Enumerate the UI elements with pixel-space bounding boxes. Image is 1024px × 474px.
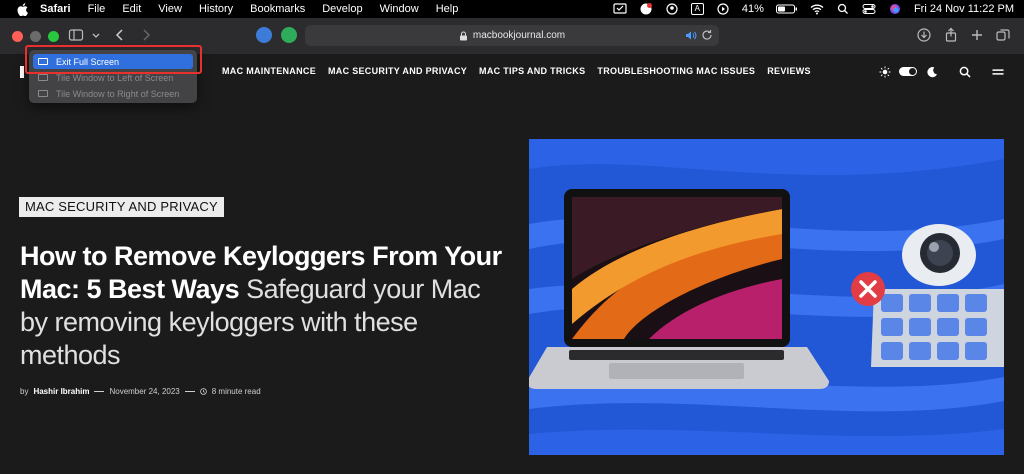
menu-window[interactable]: Window [380,3,419,15]
search-icon[interactable] [836,3,850,15]
address-bar[interactable]: macbookjournal.com [305,25,719,46]
battery-icon[interactable] [775,3,798,15]
window-controls [12,31,59,42]
nav-item-troubleshooting[interactable]: TROUBLESHOOTING MAC ISSUES [597,66,755,76]
url-text: macbookjournal.com [472,30,566,41]
article-headline[interactable]: How to Remove Keyloggers From Your Mac: … [20,240,510,372]
forward-icon[interactable] [138,27,154,43]
window-icon [38,90,48,97]
menu-item-label: Tile Window to Left of Screen [56,72,174,83]
downloads-icon[interactable] [916,27,932,43]
control-center-icon[interactable] [862,3,876,15]
screen-mirror-icon[interactable] [612,3,627,15]
byline-prefix: by [20,387,29,396]
input-source-indicator[interactable]: A [690,3,704,15]
site-logo[interactable] [20,66,24,78]
highlight-annotation [25,45,202,74]
extension-mb-icon[interactable] [256,27,272,43]
nav-item-reviews[interactable]: REVIEWS [767,66,811,76]
hamburger-menu-icon[interactable] [991,65,1004,78]
menu-help[interactable]: Help [436,3,459,15]
minimize-window-button[interactable] [30,31,41,42]
grammarly-extension-icon[interactable] [281,27,297,43]
menu-history[interactable]: History [199,3,233,15]
author-link[interactable]: Hashir Ibrahim [33,387,89,396]
siri-icon[interactable] [888,3,902,15]
play-circle-icon[interactable] [716,3,730,15]
theme-toggle[interactable] [899,67,917,76]
fullscreen-window-button[interactable] [48,31,59,42]
battery-percentage: 41% [741,3,764,15]
wifi-icon[interactable] [810,3,824,15]
category-badge[interactable]: MAC SECURITY AND PRIVACY [19,197,224,217]
clock-datetime[interactable]: Fri 24 Nov 11:22 PM [914,3,1014,15]
menu-view[interactable]: View [158,3,182,15]
article-byline: by Hashir Ibrahim November 24, 2023 8 mi… [20,387,261,396]
lock-icon [459,31,467,40]
webpage: MAC MAINTENANCE MAC SECURITY AND PRIVACY… [0,45,1024,474]
read-time: 8 minute read [211,387,261,396]
nav-item-mac-security[interactable]: MAC SECURITY AND PRIVACY [328,66,467,76]
hero-image[interactable] [529,139,1004,455]
menu-bar: Safari File Edit View History Bookmarks … [0,0,1024,18]
share-icon[interactable] [943,27,959,43]
menu-app-safari[interactable]: Safari [40,3,71,15]
menu-item-label: Tile Window to Right of Screen [56,88,180,99]
clock-icon [199,388,207,395]
moon-icon[interactable] [925,65,938,78]
new-tab-icon[interactable] [969,27,985,43]
menu-file[interactable]: File [88,3,106,15]
tab-overview-icon[interactable] [995,27,1011,43]
site-nav: MAC MAINTENANCE MAC SECURITY AND PRIVACY… [222,66,811,76]
separator [94,391,105,392]
user-circle-icon[interactable] [665,3,679,15]
speaker-icon[interactable] [684,29,697,42]
nav-utilities [878,65,1004,78]
window-icon [38,74,48,81]
search-icon[interactable] [958,65,971,78]
sidebar-toggle-icon[interactable] [68,27,84,43]
nav-item-mac-maintenance[interactable]: MAC MAINTENANCE [222,66,316,76]
apple-icon[interactable] [14,2,30,16]
menu-bookmarks[interactable]: Bookmarks [250,3,305,15]
sun-icon[interactable] [878,65,891,78]
chevron-down-icon[interactable] [88,27,104,43]
close-window-button[interactable] [12,31,23,42]
menu-item-tile-right[interactable]: Tile Window to Right of Screen [33,86,193,101]
app-badge-icon[interactable] [639,3,653,15]
nav-item-mac-tips[interactable]: MAC TIPS AND TRICKS [479,66,585,76]
reload-icon[interactable] [701,29,713,41]
separator [184,391,195,392]
menu-develop[interactable]: Develop [322,3,362,15]
back-icon[interactable] [112,27,128,43]
publish-date: November 24, 2023 [109,387,180,396]
menu-edit[interactable]: Edit [122,3,141,15]
